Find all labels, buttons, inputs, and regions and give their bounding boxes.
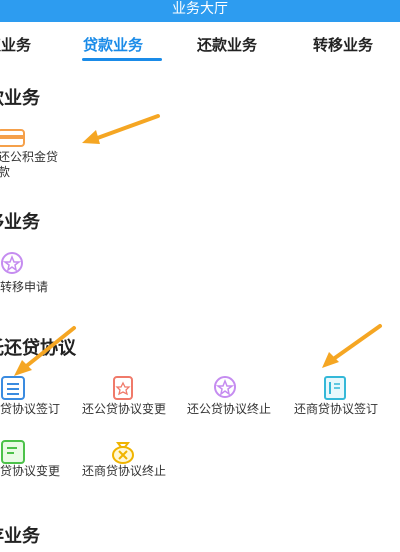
item-label: 还公贷协议终止 [186, 402, 271, 416]
item-label: 还公积金贷款 [0, 150, 59, 179]
tab-transfer[interactable]: 转移业务 [313, 34, 373, 55]
item-change-agreement[interactable]: 贷协议变更 [0, 438, 60, 490]
item-label: 还公贷协议变更 [81, 402, 166, 416]
active-tab-indicator [82, 58, 162, 61]
item-sign-agreement[interactable]: 贷协议签订 [0, 374, 60, 426]
tab-loan[interactable]: 贷款业务 [83, 34, 143, 55]
section-title-loan: 款业务 [0, 88, 40, 109]
item-label: 转移申请 [0, 280, 49, 294]
clipboard-star-icon [113, 376, 133, 400]
card-icon [0, 129, 25, 147]
item-label: 贷协议变更 [0, 464, 61, 478]
tab-repayment[interactable]: 还款业务 [197, 34, 257, 55]
item-label: 还商贷协议签订 [293, 402, 378, 416]
section-title-deposit: 存业务 [0, 526, 40, 547]
annotation-arrow [82, 114, 160, 144]
edit-document-icon [1, 440, 25, 464]
page-title: 业务大厅 [172, 1, 228, 17]
item-transfer-apply[interactable]: 转移申请 [0, 250, 70, 296]
item-label: 还商贷协议终止 [81, 464, 166, 478]
money-bag-x-icon [112, 442, 134, 464]
item-change-fund-agreement[interactable]: 还公贷协议变更 [74, 374, 174, 426]
item-terminate-fund-agreement[interactable]: 还公贷协议终止 [180, 374, 278, 426]
document-icon [1, 376, 25, 400]
tab-withdraw[interactable]: 取业务 [0, 34, 31, 55]
section-title-transfer: 移业务 [0, 212, 40, 233]
item-repay-fund-loan[interactable]: 还公积金贷款 [0, 124, 70, 180]
annotation-arrow [322, 324, 382, 368]
annotation-arrow [14, 326, 76, 376]
book-icon [324, 376, 346, 400]
badge-star-icon [1, 252, 23, 274]
item-label: 贷协议签订 [0, 402, 61, 416]
top-bar: 业务大厅 [0, 0, 400, 22]
category-tabs: 取业务 贷款业务 还款业务 转移业务 [0, 22, 400, 64]
item-terminate-commercial-agreement[interactable]: 还商贷协议终止 [74, 438, 174, 490]
item-sign-commercial-agreement[interactable]: 还商贷协议签订 [284, 374, 388, 426]
badge-star-icon [214, 376, 236, 398]
